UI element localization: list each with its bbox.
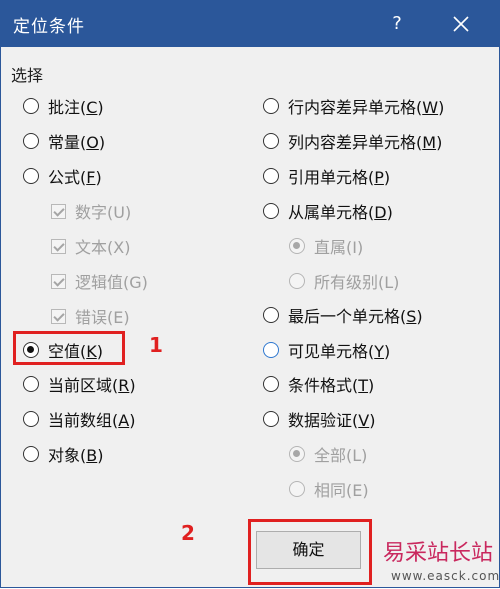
option-label: 条件格式(T) bbox=[288, 376, 375, 395]
radio-icon bbox=[263, 133, 279, 149]
radio-icon bbox=[23, 133, 39, 149]
watermark: 易采站长站 www.easck.com bbox=[373, 529, 500, 589]
option-direct-only[interactable]: 直属(I) bbox=[289, 233, 363, 259]
radio-icon bbox=[263, 98, 279, 114]
radio-icon bbox=[263, 376, 279, 392]
option-objects[interactable]: 对象(B) bbox=[23, 441, 103, 467]
highlight-box-blanks bbox=[13, 331, 125, 365]
option-precedents[interactable]: 引用单元格(P) bbox=[263, 163, 390, 189]
option-label: 批注(C) bbox=[48, 98, 104, 117]
option-validation-same[interactable]: 相同(E) bbox=[289, 476, 369, 502]
radio-icon bbox=[23, 98, 39, 114]
watermark-title: 易采站长站 bbox=[383, 541, 494, 566]
checkbox-icon bbox=[51, 203, 66, 219]
radio-selected-icon bbox=[289, 446, 305, 462]
option-all-levels[interactable]: 所有级别(L) bbox=[289, 268, 399, 294]
help-button[interactable]: ? bbox=[379, 9, 415, 39]
checkbox-label: 数字(U) bbox=[75, 203, 132, 222]
option-label: 数据验证(V) bbox=[288, 411, 376, 430]
option-last-cell[interactable]: 最后一个单元格(S) bbox=[263, 302, 423, 328]
option-label: 行内容差异单元格(W) bbox=[288, 98, 445, 117]
option-label: 公式(F) bbox=[48, 168, 102, 187]
checkbox-icon bbox=[51, 308, 66, 324]
radio-icon bbox=[23, 376, 39, 392]
option-label: 所有级别(L) bbox=[314, 273, 400, 292]
radio-icon bbox=[289, 481, 305, 497]
checkbox-label: 逻辑值(G) bbox=[75, 273, 148, 292]
dialog-title: 定位条件 bbox=[13, 17, 85, 37]
radio-icon bbox=[23, 411, 39, 427]
checkbox-icon bbox=[51, 273, 66, 289]
radio-icon bbox=[23, 168, 39, 184]
checkbox-label: 文本(X) bbox=[75, 238, 131, 257]
option-row-differences[interactable]: 行内容差异单元格(W) bbox=[263, 93, 444, 119]
option-current-array[interactable]: 当前数组(A) bbox=[23, 406, 135, 432]
radio-icon bbox=[263, 203, 279, 219]
option-label: 当前数组(A) bbox=[48, 411, 136, 430]
option-data-validation[interactable]: 数据验证(V) bbox=[263, 406, 375, 432]
option-current-region[interactable]: 当前区域(R) bbox=[23, 371, 136, 397]
radio-selected-icon bbox=[289, 238, 305, 254]
option-label: 对象(B) bbox=[48, 446, 104, 465]
option-label: 当前区域(R) bbox=[48, 376, 136, 395]
radio-icon bbox=[289, 273, 305, 289]
checkbox-errors[interactable]: 错误(E) bbox=[51, 303, 130, 329]
radio-icon bbox=[263, 411, 279, 427]
option-visible-cells[interactable]: 可见单元格(Y) bbox=[263, 337, 390, 363]
option-dependents[interactable]: 从属单元格(D) bbox=[263, 198, 393, 224]
option-label: 可见单元格(Y) bbox=[288, 342, 391, 361]
checkbox-text[interactable]: 文本(X) bbox=[51, 233, 130, 259]
option-label: 最后一个单元格(S) bbox=[288, 307, 423, 326]
option-conditional-formats[interactable]: 条件格式(T) bbox=[263, 371, 374, 397]
close-icon bbox=[453, 16, 469, 32]
radio-icon bbox=[263, 307, 279, 323]
watermark-url: www.easck.com bbox=[391, 569, 500, 583]
ok-button[interactable]: 确定 bbox=[256, 531, 361, 569]
option-constants[interactable]: 常量(O) bbox=[23, 128, 105, 154]
option-label: 常量(O) bbox=[48, 133, 106, 152]
option-label: 相同(E) bbox=[314, 481, 369, 500]
option-label: 从属单元格(D) bbox=[288, 203, 393, 222]
radio-icon bbox=[263, 342, 279, 358]
checkbox-label: 错误(E) bbox=[75, 308, 130, 327]
option-label: 列内容差异单元格(M) bbox=[288, 133, 443, 152]
section-label: 选择 bbox=[11, 66, 44, 85]
option-formulas[interactable]: 公式(F) bbox=[23, 163, 102, 189]
checkbox-logicals[interactable]: 逻辑值(G) bbox=[51, 268, 148, 294]
step-number-1: 1 bbox=[149, 333, 163, 357]
close-button[interactable] bbox=[443, 9, 479, 39]
step-number-2: 2 bbox=[181, 521, 195, 545]
radio-icon bbox=[23, 446, 39, 462]
checkbox-icon bbox=[51, 238, 66, 254]
dialog-window: 定位条件 ? 选择 批注(C) 常量(O) 公式(F) 数字(U) 文本(X) … bbox=[0, 0, 500, 588]
option-column-differences[interactable]: 列内容差异单元格(M) bbox=[263, 128, 442, 154]
option-label: 全部(L) bbox=[314, 446, 368, 465]
checkbox-numbers[interactable]: 数字(U) bbox=[51, 198, 131, 224]
radio-icon bbox=[263, 168, 279, 184]
option-validation-all[interactable]: 全部(L) bbox=[289, 441, 367, 467]
title-bar: 定位条件 ? bbox=[1, 1, 499, 47]
option-comments[interactable]: 批注(C) bbox=[23, 93, 104, 119]
option-label: 引用单元格(P) bbox=[288, 168, 391, 187]
option-label: 直属(I) bbox=[314, 238, 364, 257]
